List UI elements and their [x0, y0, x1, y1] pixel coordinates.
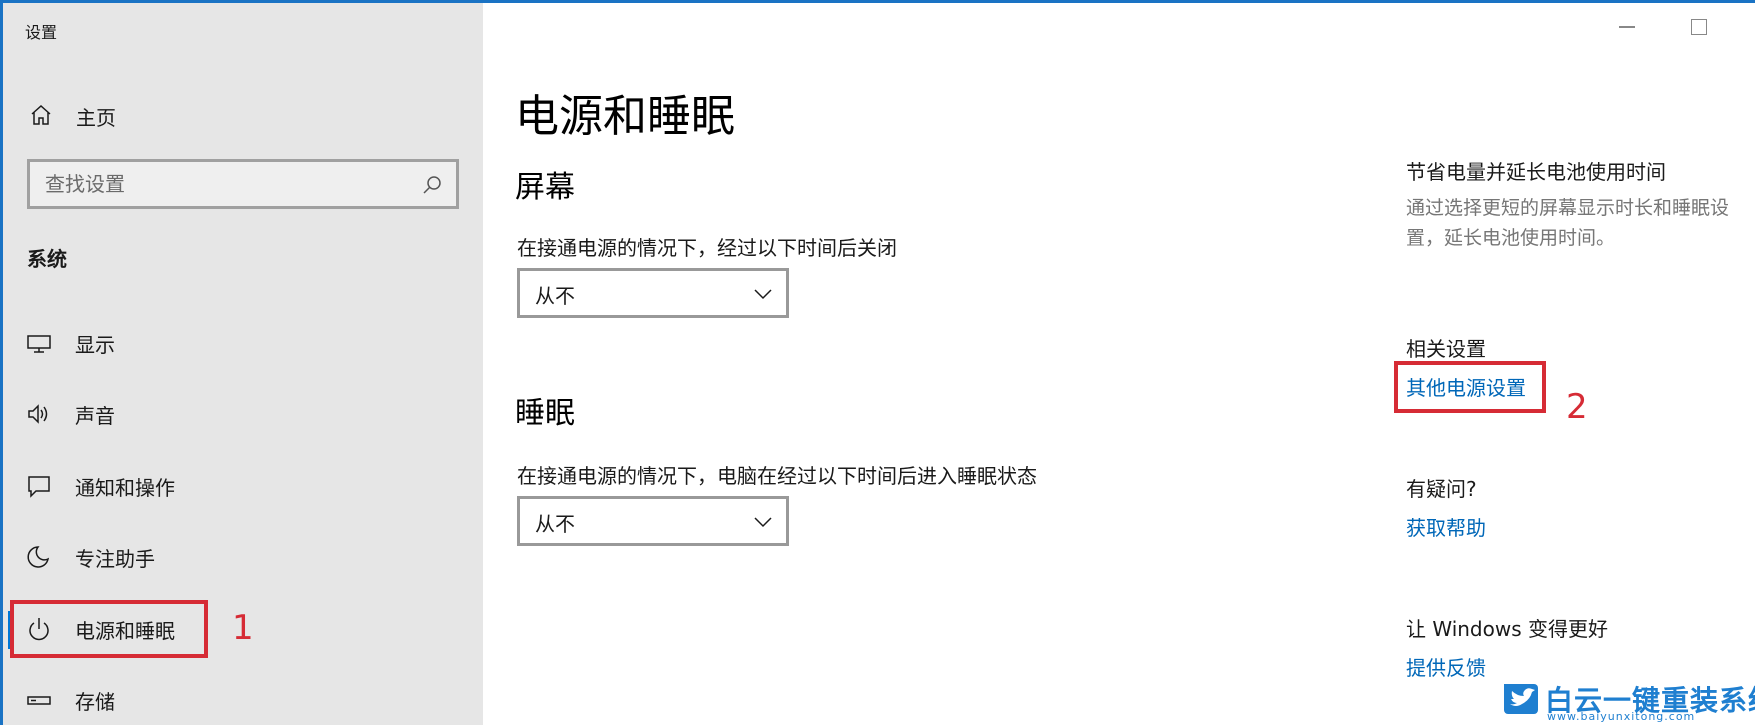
speaker-icon	[28, 404, 48, 424]
battery-save-heading: 节省电量并延长电池使用时间	[1406, 160, 1666, 184]
annotation-marker-2: 2	[1566, 387, 1588, 427]
sidebar-item-label: 声音	[75, 404, 115, 428]
sidebar-item-label: 存储	[75, 690, 115, 714]
sidebar-item-focus-assist[interactable]: 专注助手	[3, 529, 483, 585]
minimize-button[interactable]	[1619, 26, 1635, 28]
sidebar-item-storage[interactable]: 存储	[3, 672, 483, 725]
search-box[interactable]	[27, 159, 459, 209]
display-icon	[27, 335, 51, 353]
page-title: 电源和睡眠	[515, 91, 735, 142]
annotation-box-1	[10, 600, 208, 658]
sidebar-item-label: 专注助手	[75, 547, 155, 571]
sidebar-item-notifications[interactable]: 通知和操作	[3, 458, 483, 514]
search-icon[interactable]	[420, 173, 444, 197]
maximize-button[interactable]	[1691, 19, 1707, 35]
screen-heading: 屏幕	[515, 170, 575, 205]
notification-icon	[28, 476, 50, 498]
get-help-link[interactable]: 获取帮助	[1406, 512, 1486, 541]
sidebar-item-display[interactable]: 显示	[3, 315, 483, 371]
moon-icon	[27, 546, 50, 568]
sleep-timeout-dropdown[interactable]: 从不	[517, 496, 789, 546]
screen-timeout-label: 在接通电源的情况下，经过以下时间后关闭	[517, 236, 897, 260]
sleep-timeout-value: 从不	[535, 512, 575, 536]
annotation-box-2	[1394, 361, 1546, 413]
search-input[interactable]	[45, 170, 405, 198]
storage-icon	[27, 696, 51, 705]
sidebar-item-sound[interactable]: 声音	[3, 386, 483, 442]
sidebar-item-label: 显示	[75, 333, 115, 357]
home-icon	[31, 104, 51, 125]
battery-save-description: 通过选择更短的屏幕显示时长和睡眠设置，延长电池使用时间。	[1406, 197, 1730, 249]
bird-logo-icon	[1504, 684, 1538, 714]
nav-home-label: 主页	[76, 106, 116, 130]
sleep-timeout-label: 在接通电源的情况下，电脑在经过以下时间后进入睡眠状态	[517, 464, 1037, 488]
window-title: 设置	[25, 23, 58, 42]
screen-timeout-value: 从不	[535, 284, 575, 308]
sidebar-item-label: 通知和操作	[75, 476, 175, 500]
chevron-down-icon	[754, 289, 772, 300]
screen-timeout-dropdown[interactable]: 从不	[517, 268, 789, 318]
sleep-heading: 睡眠	[515, 396, 575, 431]
give-feedback-link[interactable]: 提供反馈	[1406, 652, 1486, 681]
question-heading: 有疑问?	[1406, 477, 1477, 501]
related-settings-heading: 相关设置	[1406, 337, 1486, 361]
section-label-system: 系统	[27, 247, 67, 271]
chevron-down-icon	[754, 517, 772, 528]
annotation-marker-1: 1	[232, 608, 254, 648]
improve-windows-heading: 让 Windows 变得更好	[1406, 617, 1608, 641]
nav-home[interactable]: 主页	[3, 95, 483, 135]
watermark-url: www.baiyunxitong.com	[1547, 710, 1696, 723]
